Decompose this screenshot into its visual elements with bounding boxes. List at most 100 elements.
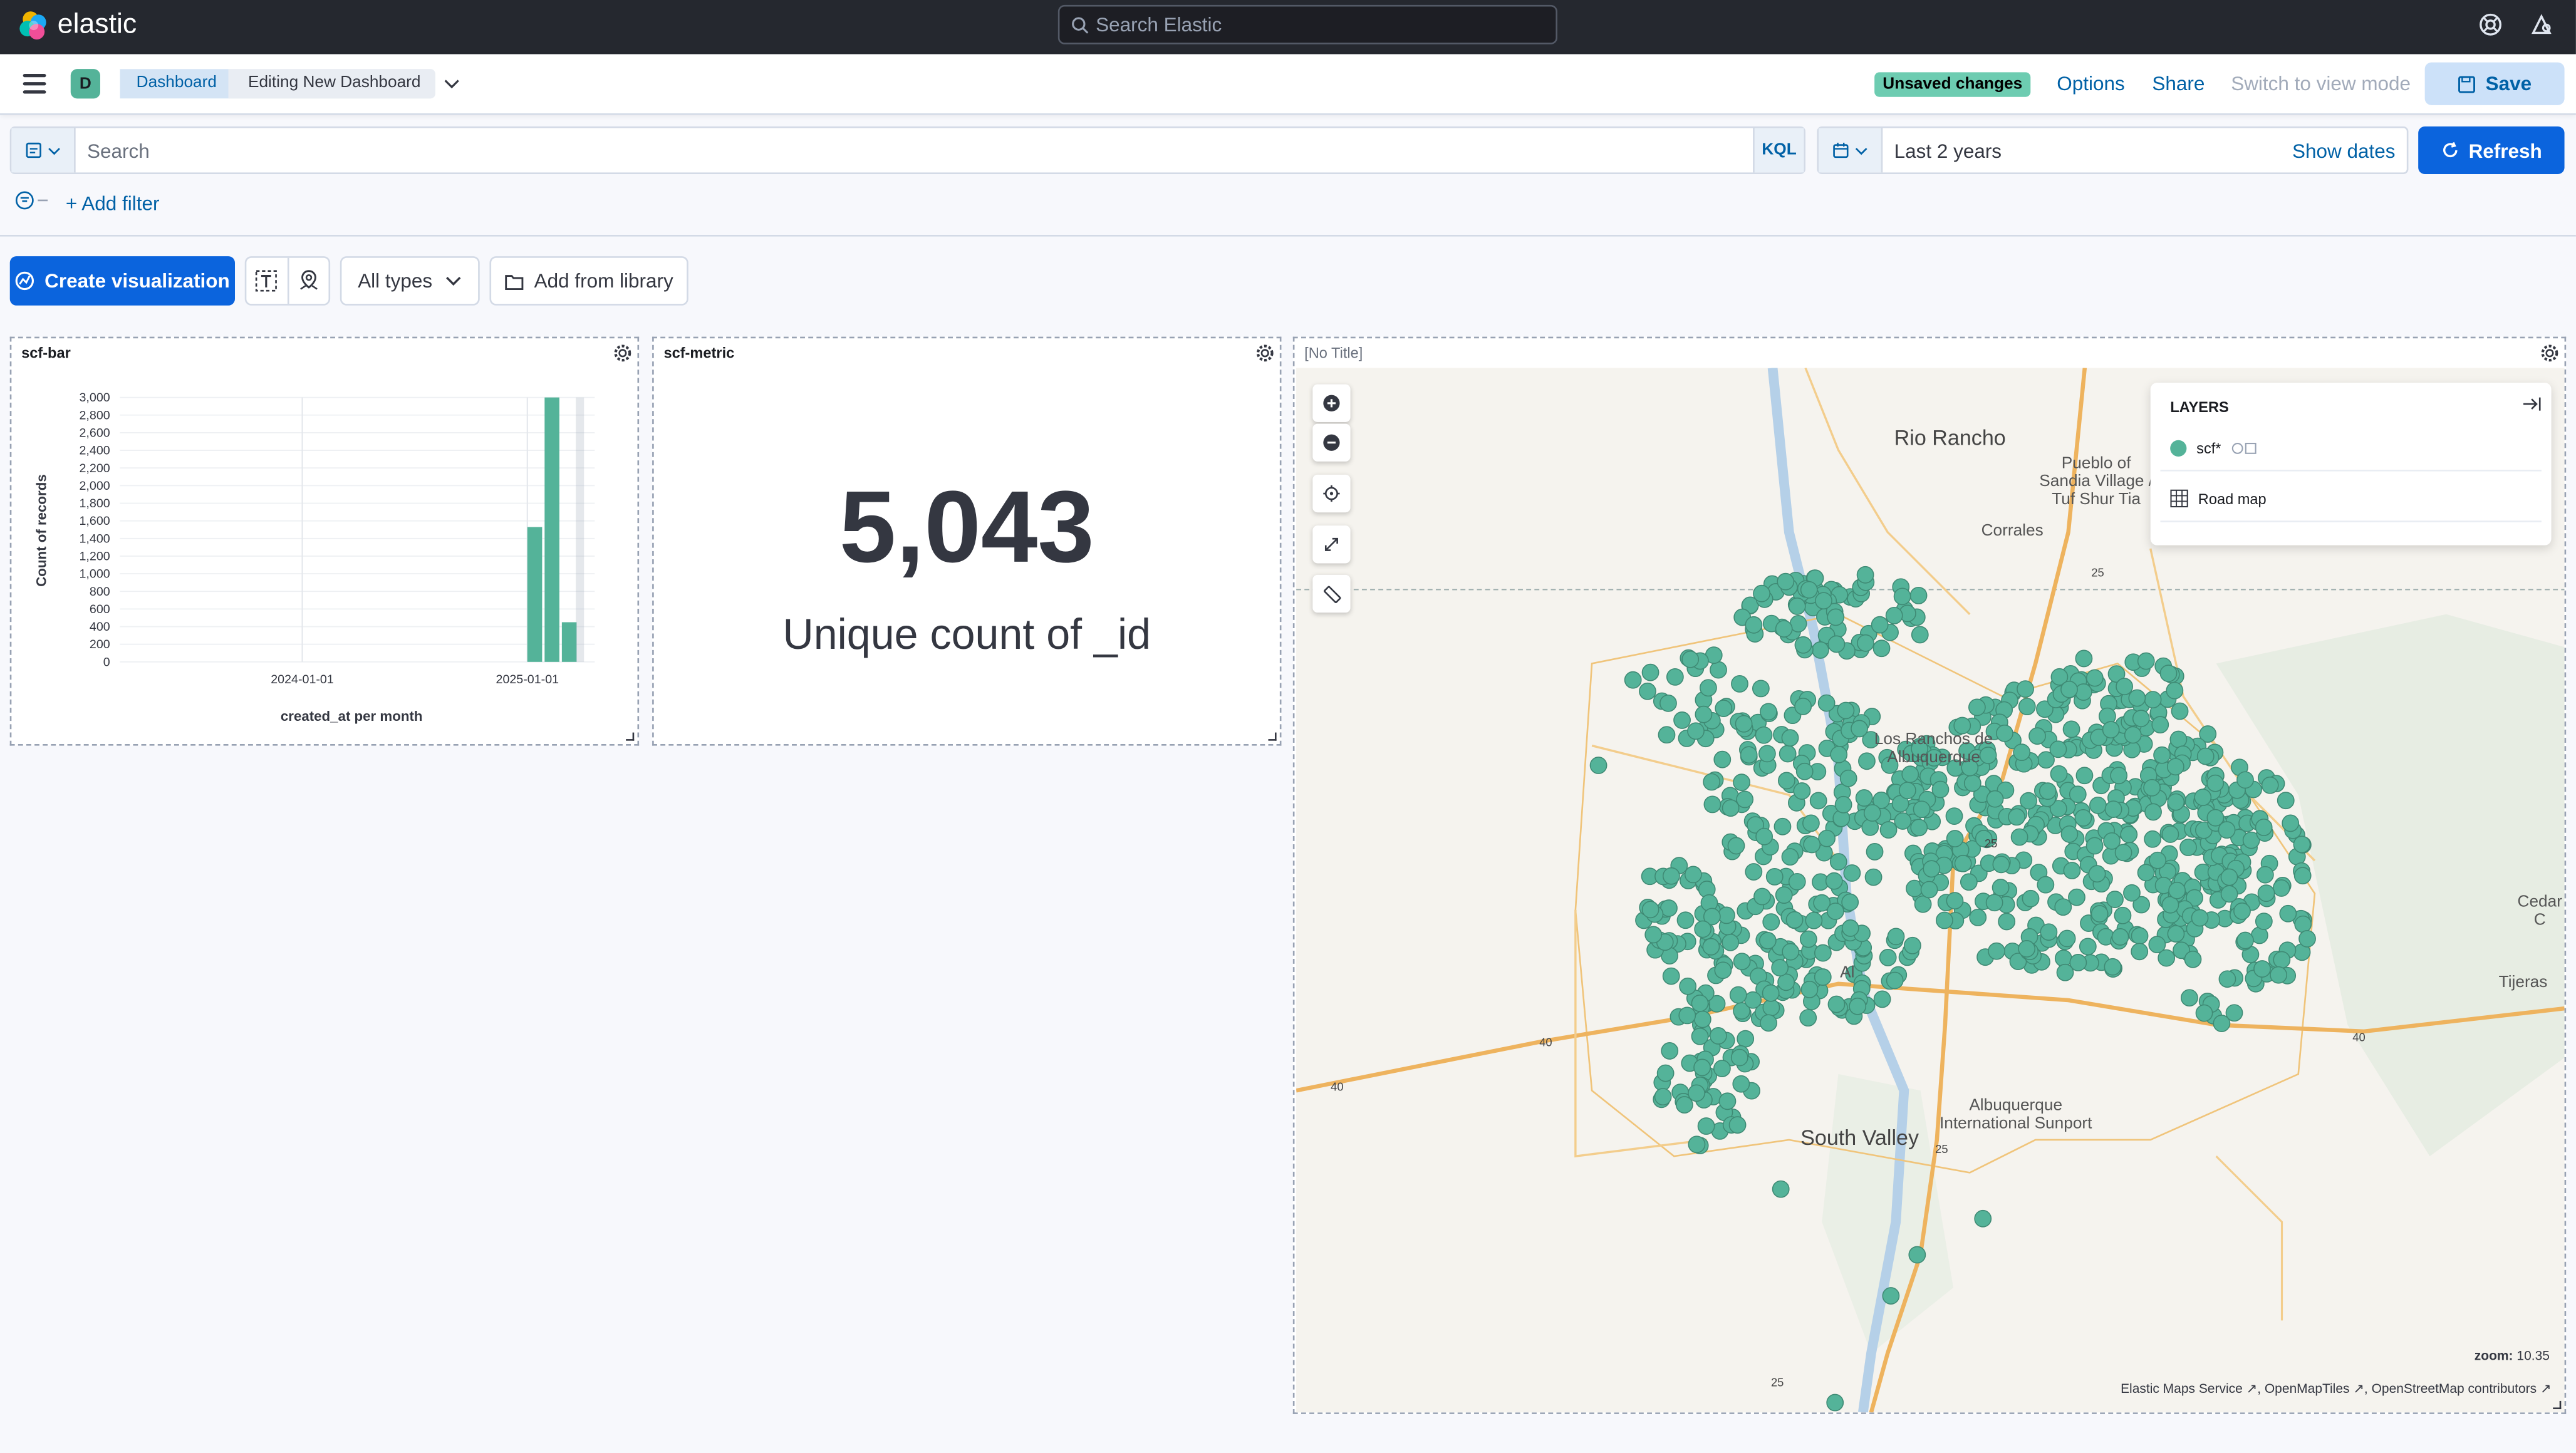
data-point	[1703, 795, 1722, 814]
place-label: Corrales	[1981, 522, 2044, 540]
map-canvas[interactable]: Rio Rancho Pueblo of Sandia Village / Tu…	[1296, 368, 2565, 1413]
data-point	[2153, 746, 2171, 764]
metric-label: Unique count of _id	[782, 609, 1151, 659]
add-filter-button[interactable]: + Add filter	[66, 192, 160, 215]
data-point	[1661, 1042, 1679, 1060]
data-point	[1656, 1064, 1675, 1082]
data-point	[1805, 911, 1823, 929]
minus-icon	[1323, 434, 1340, 451]
data-point	[1688, 1135, 1706, 1154]
attribution-openmaptiles-link[interactable]: OpenMapTiles	[2265, 1381, 2350, 1396]
collapse-icon[interactable]	[2521, 396, 2541, 412]
data-point	[1799, 930, 1817, 948]
data-point	[1762, 984, 1780, 1002]
place-label: South Valley	[1800, 1125, 1919, 1150]
elastic-logo[interactable]: elastic	[18, 8, 137, 41]
quick-date-menu-button[interactable]	[1818, 128, 1883, 173]
resize-handle[interactable]	[1268, 732, 1277, 741]
saved-query-menu-button[interactable]	[11, 128, 76, 173]
data-point	[1827, 995, 1846, 1013]
gear-icon[interactable]	[1255, 343, 1275, 363]
menu-icon[interactable]	[23, 74, 46, 94]
data-point	[2184, 950, 2202, 968]
add-from-library-button[interactable]: Add from library	[489, 256, 688, 306]
data-point	[1968, 698, 1986, 716]
zoom-label: zoom:	[2474, 1348, 2513, 1363]
data-point	[2010, 828, 2028, 846]
data-point	[1826, 902, 1844, 920]
options-link[interactable]: Options	[2057, 72, 2124, 95]
data-point	[2028, 727, 2046, 745]
data-point	[1729, 986, 1747, 1004]
filter-icon[interactable]	[15, 190, 58, 210]
quick-add-group	[244, 256, 331, 306]
attribution-osm-link[interactable]: OpenStreetMap contributors	[2372, 1381, 2537, 1396]
layer-item-road-map[interactable]: Road map	[2160, 476, 2542, 522]
gear-icon[interactable]	[2540, 343, 2559, 363]
query-search-input[interactable]: Search	[87, 140, 150, 163]
data-point	[1676, 911, 1695, 929]
data-point	[2282, 814, 2300, 832]
data-point	[1703, 773, 1721, 791]
global-search-input[interactable]: Search Elastic	[1057, 4, 1558, 44]
data-point	[1903, 936, 1921, 954]
global-header: elastic Search Elastic	[0, 0, 2576, 54]
zoom-out-button[interactable]	[1312, 423, 1351, 462]
data-point	[1728, 1116, 1747, 1134]
plus-icon	[1323, 395, 1340, 411]
share-link[interactable]: Share	[2152, 72, 2205, 95]
draw-tools-button[interactable]	[1312, 574, 1351, 613]
data-point	[2085, 837, 2104, 855]
refresh-button[interactable]: Refresh	[2418, 126, 2565, 174]
data-point	[1946, 892, 1964, 910]
data-point	[2279, 904, 2297, 923]
show-dates-link[interactable]: Show dates	[2292, 140, 2395, 163]
query-language-button[interactable]: KQL	[1753, 128, 1804, 173]
fit-to-data-button[interactable]	[1312, 525, 1351, 564]
news-feed-icon[interactable]	[2530, 13, 2553, 36]
data-point	[1624, 671, 1642, 689]
attribution-ems-link[interactable]: Elastic Maps Service	[2121, 1381, 2243, 1396]
resize-handle[interactable]	[626, 732, 635, 741]
data-point	[1678, 1006, 1696, 1025]
data-point	[2179, 839, 2197, 856]
breadcrumb-dashboard[interactable]: Dashboard	[120, 69, 239, 98]
layer-item-scf[interactable]: scf*	[2160, 425, 2542, 472]
data-point	[1799, 1009, 1817, 1027]
create-visualization-button[interactable]: Create visualization	[9, 256, 236, 306]
data-point	[2218, 821, 2236, 839]
data-point	[2257, 884, 2275, 902]
save-button[interactable]: Save	[2424, 62, 2565, 105]
help-icon[interactable]	[2479, 13, 2502, 36]
resize-handle[interactable]	[2553, 1400, 2562, 1410]
all-types-dropdown[interactable]: All types	[340, 256, 480, 306]
x-tick-label: 2024-01-01	[271, 673, 334, 686]
data-point	[1946, 830, 1964, 847]
add-text-button[interactable]	[246, 257, 289, 304]
reset-view-button[interactable]	[1312, 474, 1351, 513]
space-avatar[interactable]: D	[70, 69, 100, 99]
y-tick-label: 800	[90, 585, 110, 599]
data-point	[1795, 762, 1814, 780]
data-point	[2054, 898, 2072, 916]
map-marker-icon	[299, 270, 318, 290]
y-tick-label: 200	[90, 638, 110, 651]
chevron-down-icon	[48, 147, 60, 155]
time-range-text[interactable]: Last 2 years	[1894, 140, 2002, 163]
chevron-down-icon[interactable]	[444, 76, 460, 92]
data-point	[1722, 799, 1740, 817]
data-point	[2056, 963, 2074, 981]
data-point	[2167, 793, 2185, 811]
data-point	[1735, 715, 1753, 733]
zoom-in-button[interactable]	[1312, 384, 1351, 422]
data-point	[2049, 740, 2067, 758]
data-point	[2089, 796, 2107, 814]
refresh-icon	[2443, 142, 2457, 158]
add-map-button[interactable]	[288, 258, 328, 304]
data-point	[2143, 778, 2161, 797]
data-point	[1758, 932, 1777, 949]
data-point	[1814, 968, 1832, 986]
data-point	[2236, 771, 2254, 789]
switch-view-mode-link[interactable]: Switch to view mode	[2231, 72, 2411, 95]
data-point	[1793, 782, 1811, 800]
